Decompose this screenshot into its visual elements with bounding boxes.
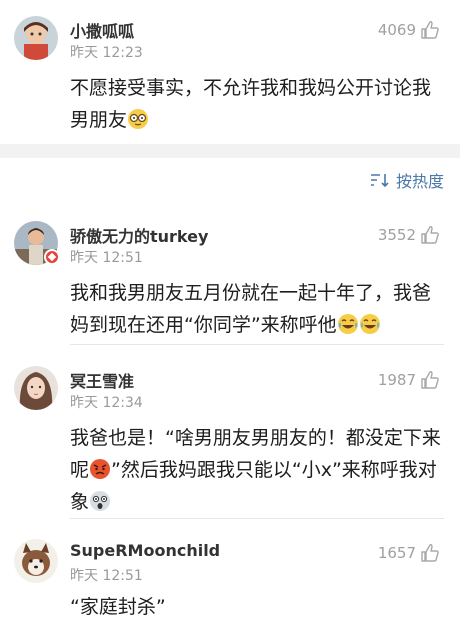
avatar[interactable]: [14, 366, 58, 410]
comment-text-content: ”然后我妈跟我只能以“小x”来称呼我对象: [70, 459, 437, 513]
comment-item: 骄傲无力的turkey 昨天 12:51 3552 我和我男朋友五月份就在一起十…: [0, 205, 460, 345]
timestamp: 昨天 12:23: [70, 45, 143, 61]
thumbs-up-icon: [421, 371, 439, 389]
comment-item: 冥王雪准 昨天 12:34 1987 我爸也是！“啥男朋友男朋友的！都没定下来呢…: [0, 350, 460, 520]
thumbs-up-icon: [421, 226, 439, 244]
username[interactable]: 冥王雪准: [70, 368, 134, 392]
divider: [70, 344, 444, 345]
like-button[interactable]: 1987: [378, 370, 440, 390]
username[interactable]: 骄傲无力的turkey: [70, 223, 208, 247]
avatar-image-icon: [14, 539, 58, 583]
like-count: 1987: [377, 371, 416, 389]
sort-by-hot-button[interactable]: 按热度: [370, 168, 444, 192]
section-separator: [0, 144, 460, 158]
verified-badge-icon: [44, 249, 60, 265]
timestamp: 昨天 12:51: [70, 568, 143, 584]
laugh-cry-emoji-icon: [359, 314, 380, 334]
like-count: 3552: [377, 226, 416, 244]
comment-text: 我和我男朋友五月份就在一起十年了，我爸妈到现在还用“你同学”来称呼他: [70, 277, 442, 341]
glasses-face-emoji-icon: [128, 109, 149, 129]
timestamp: 昨天 12:51: [70, 250, 143, 266]
timestamp: 昨天 12:34: [70, 395, 143, 411]
like-count: 4069: [377, 21, 416, 39]
sort-icon: [370, 174, 389, 188]
username[interactable]: 小撒呱呱: [70, 18, 134, 42]
avatar[interactable]: [14, 539, 58, 583]
comment-text: 我爸也是！“啥男朋友男朋友的！都没定下来呢 ”然后我妈跟我只能以“小x”来称呼我…: [70, 422, 442, 518]
thumbs-up-icon: [421, 21, 439, 39]
avatar[interactable]: [14, 16, 58, 60]
thumbs-up-icon: [421, 544, 439, 562]
comment-text: 不愿接受事实，不允许我和我妈公开讨论我男朋友: [70, 72, 442, 136]
username[interactable]: SupeRMoonchild: [70, 541, 220, 560]
sort-label: 按热度: [395, 172, 444, 191]
laugh-cry-emoji-icon: [337, 314, 358, 334]
like-count: 1657: [377, 544, 416, 562]
like-button[interactable]: 1657: [378, 543, 440, 563]
comment-item: SupeRMoonchild 昨天 12:51 1657 “家庭封杀”: [0, 525, 460, 630]
like-button[interactable]: 4069: [378, 20, 440, 40]
comment-item: 小撒呱呱 昨天 12:23 4069 不愿接受事实，不允许我和我妈公开讨论我男朋…: [0, 0, 460, 144]
shocked-face-emoji-icon: [90, 491, 111, 511]
like-button[interactable]: 3552: [378, 225, 440, 245]
avatar-image-icon: [14, 366, 58, 410]
avatar-image-icon: [14, 16, 58, 60]
comment-text: “家庭封杀”: [70, 596, 166, 618]
angry-face-emoji-icon: [90, 459, 111, 479]
comment-text-content: 不愿接受事实，不允许我和我妈公开讨论我男朋友: [70, 77, 432, 131]
divider: [70, 518, 444, 519]
